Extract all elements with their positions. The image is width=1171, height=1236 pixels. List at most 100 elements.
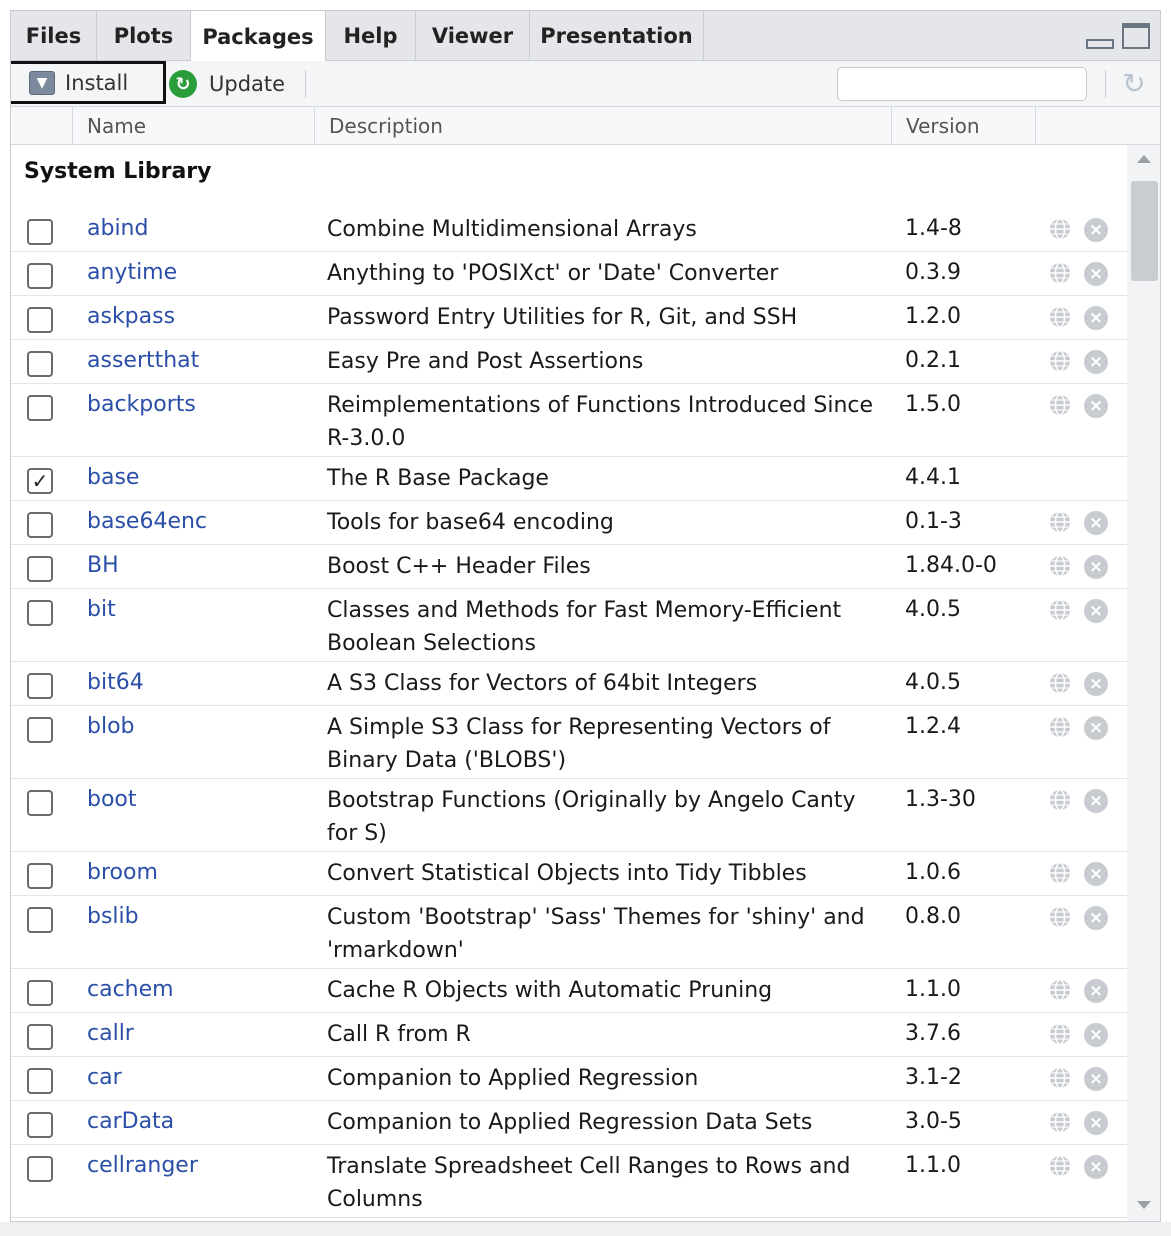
tab-packages[interactable]: Packages xyxy=(191,11,326,62)
package-name-link[interactable]: backports xyxy=(87,392,196,417)
vertical-scrollbar[interactable] xyxy=(1127,145,1160,1221)
tab-help[interactable]: Help xyxy=(326,11,416,61)
package-name-link[interactable]: carData xyxy=(87,1109,174,1134)
package-version: 1.2.4 xyxy=(905,714,961,739)
package-load-checkbox[interactable]: ✓ xyxy=(27,468,53,494)
package-load-checkbox[interactable] xyxy=(27,307,53,333)
package-description: A S3 Class for Vectors of 64bit Integers xyxy=(327,671,758,696)
package-website-globe-icon[interactable] xyxy=(1049,789,1071,811)
remove-package-icon[interactable]: × xyxy=(1084,599,1108,623)
remove-package-icon[interactable]: × xyxy=(1084,862,1108,886)
package-load-checkbox[interactable] xyxy=(27,863,53,889)
package-website-globe-icon[interactable] xyxy=(1049,979,1071,1001)
package-load-checkbox[interactable] xyxy=(27,556,53,582)
package-name-link[interactable]: askpass xyxy=(87,304,175,329)
package-name-link[interactable]: broom xyxy=(87,860,158,885)
package-load-checkbox[interactable] xyxy=(27,1112,53,1138)
package-website-globe-icon[interactable] xyxy=(1049,262,1071,284)
remove-package-icon[interactable]: × xyxy=(1084,1067,1108,1091)
package-name-link[interactable]: bit xyxy=(87,597,116,622)
package-website-globe-icon[interactable] xyxy=(1049,511,1071,533)
package-name-link[interactable]: boot xyxy=(87,787,137,812)
tab-plots[interactable]: Plots xyxy=(97,11,191,61)
package-website-globe-icon[interactable] xyxy=(1049,862,1071,884)
column-header-version[interactable]: Version xyxy=(891,107,1035,145)
package-website-globe-icon[interactable] xyxy=(1049,1111,1071,1133)
package-name-link[interactable]: BH xyxy=(87,553,119,578)
package-name-link[interactable]: base64enc xyxy=(87,509,207,534)
refresh-icon[interactable]: ↻ xyxy=(1119,69,1149,99)
package-name-link[interactable]: blob xyxy=(87,714,135,739)
package-name-link[interactable]: bit64 xyxy=(87,670,144,695)
package-load-checkbox[interactable] xyxy=(27,395,53,421)
remove-package-icon[interactable]: × xyxy=(1084,394,1108,418)
package-search-box[interactable] xyxy=(837,67,1094,101)
remove-package-icon[interactable]: × xyxy=(1084,1155,1108,1179)
minimize-pane-icon[interactable] xyxy=(1086,39,1114,49)
remove-package-icon[interactable]: × xyxy=(1084,672,1108,696)
update-button[interactable]: ↻ Update xyxy=(169,67,285,101)
package-load-checkbox[interactable] xyxy=(27,1156,53,1182)
remove-package-icon[interactable]: × xyxy=(1084,511,1108,535)
search-input[interactable] xyxy=(858,70,1094,98)
remove-package-icon[interactable]: × xyxy=(1084,555,1108,579)
package-load-checkbox[interactable] xyxy=(27,351,53,377)
tab-viewer[interactable]: Viewer xyxy=(416,11,530,61)
scroll-thumb[interactable] xyxy=(1131,181,1158,281)
package-website-globe-icon[interactable] xyxy=(1049,1067,1071,1089)
package-website-globe-icon[interactable] xyxy=(1049,306,1071,328)
remove-package-icon[interactable]: × xyxy=(1084,1023,1108,1047)
install-button[interactable]: ▼ Install xyxy=(11,61,166,104)
package-name-link[interactable]: cachem xyxy=(87,977,174,1002)
column-header-description[interactable]: Description xyxy=(314,107,891,145)
package-name-link[interactable]: callr xyxy=(87,1021,134,1046)
package-name-link[interactable]: car xyxy=(87,1065,122,1090)
package-load-checkbox[interactable] xyxy=(27,512,53,538)
package-website-globe-icon[interactable] xyxy=(1049,599,1071,621)
tab-presentation[interactable]: Presentation xyxy=(530,11,704,61)
remove-package-icon[interactable]: × xyxy=(1084,306,1108,330)
remove-package-icon[interactable]: × xyxy=(1084,906,1108,930)
remove-package-icon[interactable]: × xyxy=(1084,716,1108,740)
package-website-globe-icon[interactable] xyxy=(1049,1155,1071,1177)
remove-package-icon[interactable]: × xyxy=(1084,1111,1108,1135)
package-name-link[interactable]: abind xyxy=(87,216,148,241)
remove-package-icon[interactable]: × xyxy=(1084,789,1108,813)
package-website-globe-icon[interactable] xyxy=(1049,906,1071,928)
scroll-up-arrow-icon[interactable] xyxy=(1137,155,1151,163)
package-website-globe-icon[interactable] xyxy=(1049,218,1071,240)
package-website-globe-icon[interactable] xyxy=(1049,1023,1071,1045)
package-website-globe-icon[interactable] xyxy=(1049,555,1071,577)
package-website-globe-icon[interactable] xyxy=(1049,350,1071,372)
package-name-link[interactable]: assertthat xyxy=(87,348,199,373)
package-load-checkbox[interactable] xyxy=(27,790,53,816)
package-name-link[interactable]: cellranger xyxy=(87,1153,198,1178)
package-version: 3.1-2 xyxy=(905,1065,962,1090)
package-load-checkbox[interactable] xyxy=(27,717,53,743)
package-website-globe-icon[interactable] xyxy=(1049,716,1071,738)
package-load-checkbox[interactable] xyxy=(27,263,53,289)
remove-package-icon[interactable]: × xyxy=(1084,262,1108,286)
package-load-checkbox[interactable] xyxy=(27,980,53,1006)
remove-package-icon[interactable]: × xyxy=(1084,350,1108,374)
tab-files[interactable]: Files xyxy=(11,11,97,61)
package-website-globe-icon[interactable] xyxy=(1049,672,1071,694)
scroll-down-arrow-icon[interactable] xyxy=(1137,1201,1151,1209)
package-website-globe-icon[interactable] xyxy=(1049,394,1071,416)
package-load-checkbox[interactable] xyxy=(27,907,53,933)
table-row: backports Reimplementations of Functions … xyxy=(11,385,1127,457)
package-load-checkbox[interactable] xyxy=(27,673,53,699)
package-name-link[interactable]: bslib xyxy=(87,904,139,929)
package-load-checkbox[interactable] xyxy=(27,1068,53,1094)
package-load-checkbox[interactable] xyxy=(27,1024,53,1050)
maximize-pane-icon[interactable] xyxy=(1122,23,1150,49)
package-load-checkbox[interactable] xyxy=(27,219,53,245)
package-load-checkbox[interactable] xyxy=(27,600,53,626)
package-name-link[interactable]: anytime xyxy=(87,260,177,285)
column-header-version-label: Version xyxy=(906,114,980,138)
remove-package-icon[interactable]: × xyxy=(1084,218,1108,242)
column-header-name[interactable]: Name xyxy=(72,107,314,145)
remove-package-icon[interactable]: × xyxy=(1084,979,1108,1003)
package-description: Boost C++ Header Files xyxy=(327,554,591,579)
package-name-link[interactable]: base xyxy=(87,465,139,490)
